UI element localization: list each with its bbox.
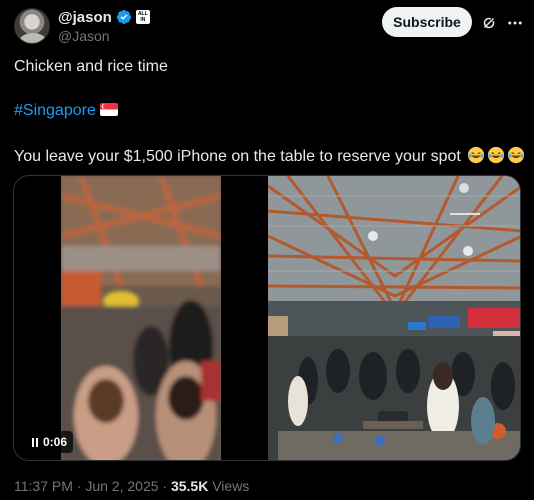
post-date[interactable]: Jun 2, 2025 [85,478,158,494]
author-block: @jason ALL IN @Jason [58,8,150,44]
pause-icon[interactable] [32,437,38,447]
subscribe-button[interactable]: Subscribe [382,7,472,37]
tweet-meta: 11:37 PM · Jun 2, 2025 · 35.5K Views [14,478,249,494]
laughing-emoji-icon [468,146,485,164]
video-elapsed: 0:06 [43,435,68,449]
views-label: Views [212,478,250,494]
tweet-text: You leave your $1,500 iPhone on the tabl… [14,148,461,165]
video-frame-left [61,176,221,460]
hashtag-link[interactable]: #Singapore [14,102,96,119]
laughing-emoji-icon [488,146,505,164]
affiliation-badge: ALL IN [135,10,150,24]
singapore-flag-icon [99,103,118,116]
tweet-text-line-2: #Singapore [14,102,118,120]
author-display-name[interactable]: @jason [58,9,112,26]
post-time[interactable]: 11:37 PM [14,478,73,494]
laughing-emoji-icon [508,146,525,164]
tweet-text-line-3: You leave your $1,500 iPhone on the tabl… [14,146,525,166]
verified-badge-icon [116,10,131,24]
more-icon[interactable] [506,14,524,32]
tweet-text-line-1: Chicken and rice time [14,58,168,76]
views-count: 35.5K [170,478,209,494]
separator: · [76,478,82,494]
tweet-header: @jason ALL IN @Jason Subscribe [14,6,524,46]
video-frame-right [268,176,520,460]
grok-icon[interactable] [480,14,498,32]
author-handle[interactable]: @Jason [58,28,150,44]
video-time-badge[interactable]: 0:06 [26,431,74,453]
tweet-text: Chicken and rice time [14,58,168,75]
video-player[interactable]: 0:06 [13,175,521,461]
separator: · [162,478,168,494]
avatar[interactable] [14,8,50,44]
